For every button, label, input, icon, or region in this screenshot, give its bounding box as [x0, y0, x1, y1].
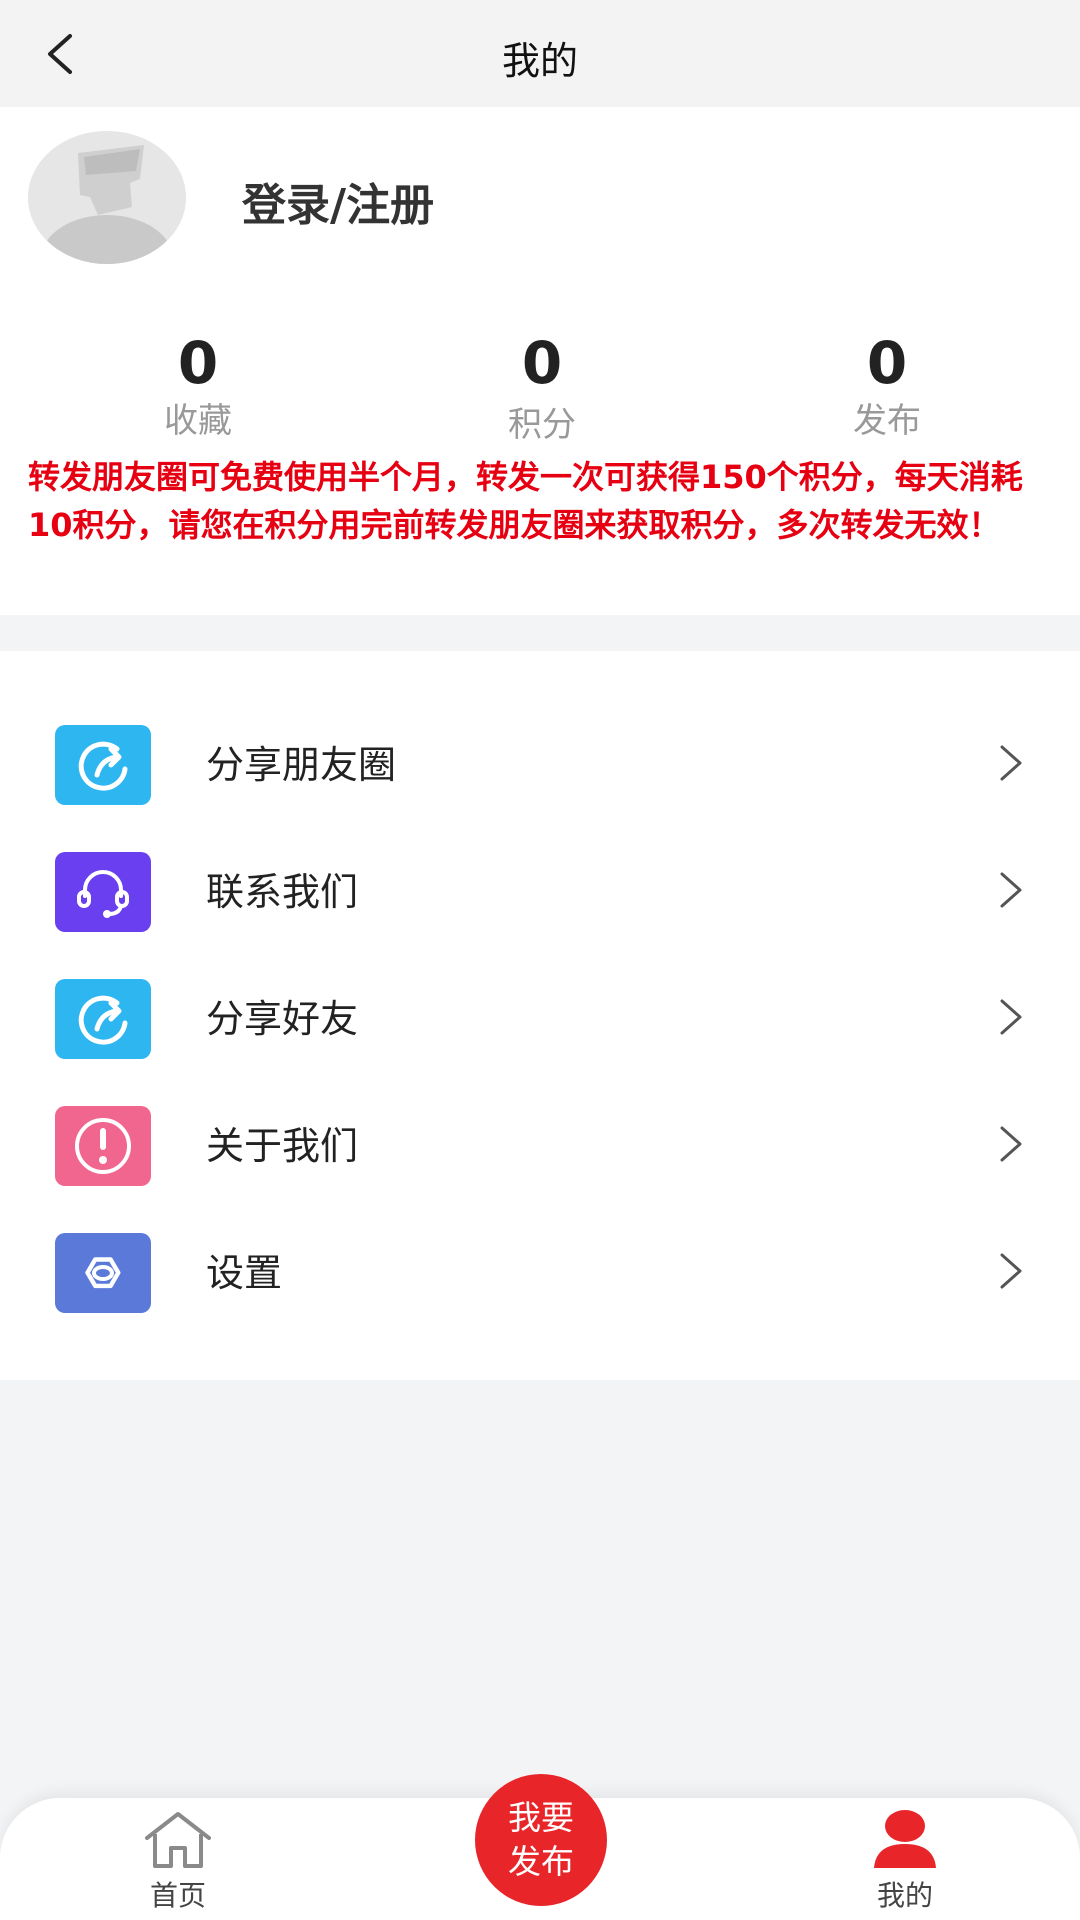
- bottom-tab-bar: 首页 我要 发布 我的: [0, 1774, 1080, 1920]
- home-icon: [145, 1812, 211, 1868]
- stat-label: 收藏: [164, 401, 232, 441]
- menu-list: 分享朋友圈 联系我们 分享好友 关于我们 设置: [0, 651, 1080, 1380]
- profile-card: 登录/注册 0 收藏 0 积分 0 发布 转发朋友圈可免费使用半个月，转发一次可…: [0, 107, 1080, 615]
- chevron-right-icon: [1000, 999, 1022, 1035]
- publish-label-line2: 发布: [508, 1842, 574, 1881]
- menu-item-label: 设置: [206, 1251, 283, 1295]
- login-register-link[interactable]: 登录/注册: [242, 169, 434, 233]
- points-notice: 转发朋友圈可免费使用半个月，转发一次可获得150个积分，每天消耗10积分，请您在…: [28, 458, 1023, 544]
- stats-row: 0 收藏 0 积分 0 发布: [0, 327, 1080, 457]
- publish-label-line1: 我要: [508, 1798, 574, 1837]
- tab-home[interactable]: 首页: [98, 1806, 258, 1916]
- menu-item-label: 分享朋友圈: [206, 743, 397, 787]
- stat-favorites[interactable]: 0 收藏: [78, 327, 318, 443]
- stat-value: 0: [177, 329, 219, 397]
- info-icon: [55, 1106, 151, 1186]
- page-title: 我的: [501, 39, 578, 83]
- stat-value: 0: [866, 329, 908, 397]
- menu-item-settings[interactable]: 设置: [0, 1209, 1080, 1329]
- menu-item-contact-us[interactable]: 联系我们: [0, 828, 1080, 948]
- menu-item-about-us[interactable]: 关于我们: [0, 1082, 1080, 1202]
- publish-button[interactable]: 我要 发布: [475, 1774, 607, 1906]
- menu-item-share-friends[interactable]: 分享好友: [0, 955, 1080, 1075]
- share-icon: [55, 725, 151, 805]
- chevron-right-icon: [1000, 745, 1022, 781]
- stat-posts[interactable]: 0 发布: [767, 327, 1007, 443]
- tab-label: 我的: [876, 1879, 933, 1912]
- avatar[interactable]: [28, 131, 186, 264]
- chevron-right-icon: [1000, 1253, 1022, 1289]
- share-icon: [55, 979, 151, 1059]
- stat-label: 积分: [508, 405, 576, 445]
- stat-value: 0: [521, 329, 563, 397]
- default-avatar-icon: [28, 131, 186, 264]
- top-navbar: 我的: [0, 0, 1080, 107]
- menu-item-share-moments[interactable]: 分享朋友圈: [0, 701, 1080, 821]
- my-page: 我的 登录/注册 0 收藏 0 积分 0 发布 转发朋友圈可免费使用半个月，转发…: [0, 0, 1080, 1920]
- stat-label: 发布: [853, 401, 921, 441]
- stat-points[interactable]: 0 积分: [422, 327, 662, 447]
- chevron-right-icon: [1000, 1126, 1022, 1162]
- user-icon: [874, 1810, 936, 1868]
- menu-item-label: 关于我们: [206, 1124, 359, 1168]
- settings-icon: [55, 1233, 151, 1313]
- menu-item-label: 分享好友: [206, 997, 359, 1041]
- tab-label: 首页: [149, 1879, 206, 1912]
- menu-item-label: 联系我们: [206, 870, 359, 914]
- chevron-right-icon: [1000, 872, 1022, 908]
- tab-mine[interactable]: 我的: [825, 1806, 985, 1916]
- headset-icon: [55, 852, 151, 932]
